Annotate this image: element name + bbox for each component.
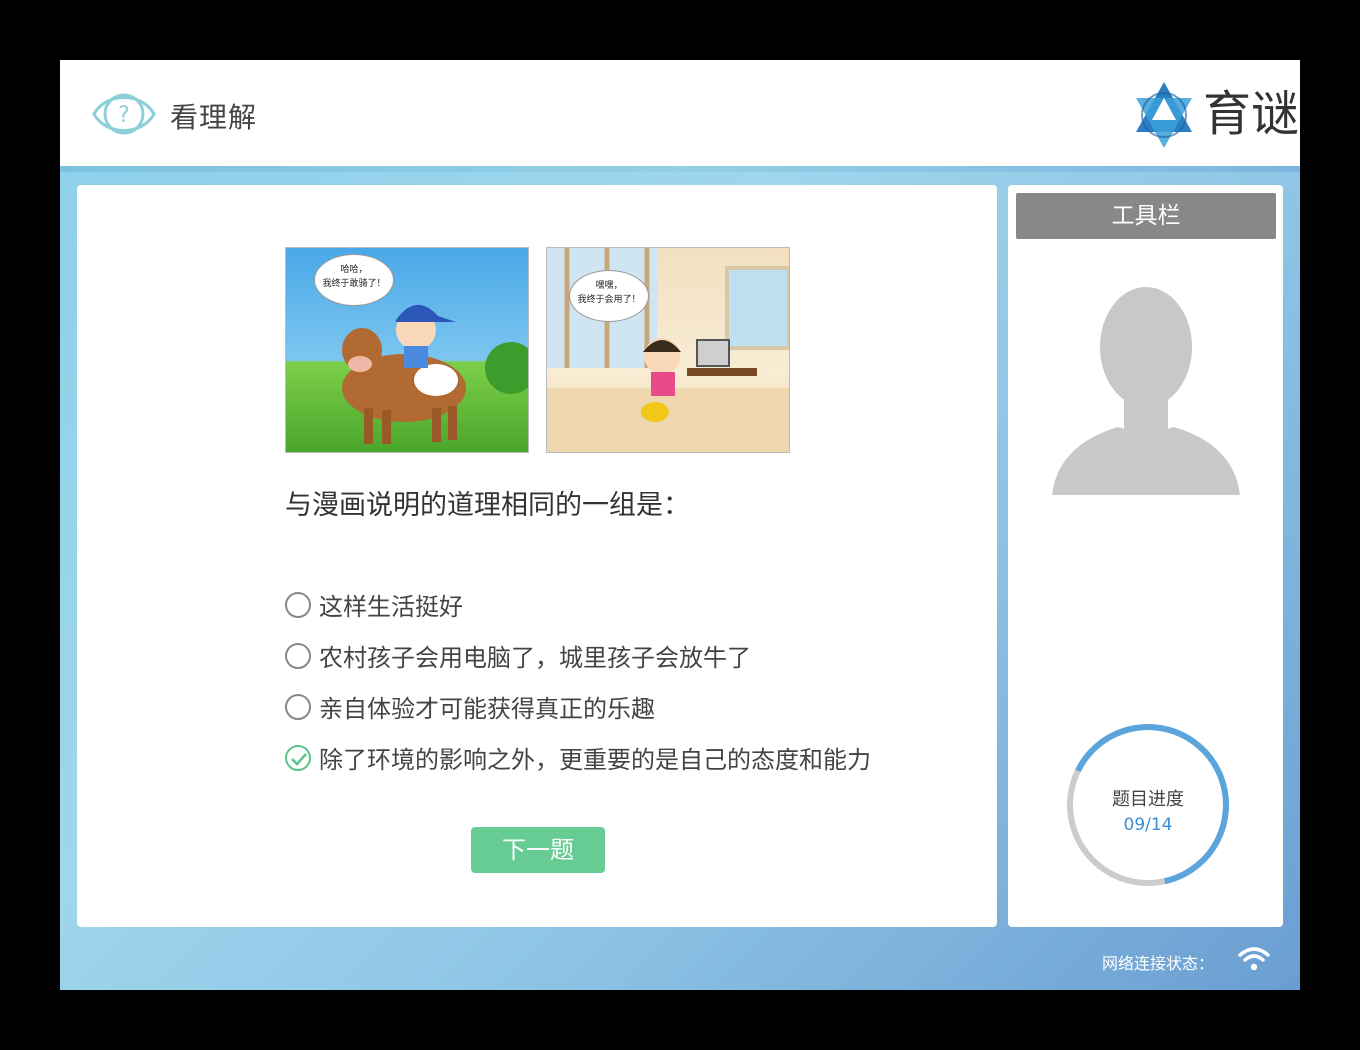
next-question-button[interactable]: 下一题 [471,827,605,873]
bubble-text: 我终于会用了！ [577,295,641,305]
toolbar-panel: 工具栏 题目进度 09/14 [1008,185,1283,927]
option-label: 除了环境的影响之外，更重要的是自己的态度和能力 [319,746,871,774]
wifi-icon [1238,947,1270,971]
option-label: 亲自体验才可能获得真正的乐趣 [319,695,655,723]
checkmark-icon [291,752,307,766]
radio-button-checked[interactable] [285,744,311,771]
speech-bubble: 嘿嘿， 我终于会用了！ [569,270,649,322]
user-avatar-icon [1052,287,1240,495]
option-3[interactable]: 亲自体验才可能获得真正的乐趣 [285,689,655,724]
toolbar-title: 工具栏 [1016,193,1276,239]
bubble-text: 我终于敢骑了！ [322,279,386,289]
question-card: 哈哈， 我终于敢骑了！ 嘿嘿， 我终于会用了！ 与漫画说明的道理相同的一组是： … [77,185,997,927]
screen: ? 看理解 育谜 哈哈， 我终于敢骑了！ 嘿嘿， 我终于会用了！ 与漫画说明的道… [60,60,1300,990]
option-label: 农村孩子会用电脑了，城里孩子会放牛了 [319,644,751,672]
option-4[interactable]: 除了环境的影响之外，更重要的是自己的态度和能力 [285,740,871,775]
option-label: 这样生活挺好 [319,593,463,621]
bubble-text: 嘿嘿， [595,281,623,291]
option-2[interactable]: 农村孩子会用电脑了，城里孩子会放牛了 [285,638,751,673]
comic-panel-cow: 哈哈， 我终于敢骑了！ [285,247,529,453]
svg-text:?: ? [118,103,130,128]
radio-button[interactable] [285,591,311,618]
radio-button[interactable] [285,642,311,669]
speech-bubble: 哈哈， 我终于敢骑了！ [314,254,394,306]
bubble-text: 哈哈， [340,265,368,275]
network-status-label: 网络连接状态： [1102,954,1215,973]
logo-star-icon [1136,82,1192,148]
header: ? 看理解 育谜 [60,60,1300,166]
eye-question-icon: ? [92,93,156,135]
page-title: 看理解 [170,101,258,134]
comic-panel-computer: 嘿嘿， 我终于会用了！ [546,247,790,453]
option-1[interactable]: 这样生活挺好 [285,587,463,622]
logo-text: 育谜 [1203,86,1300,142]
progress-value: 09/14 [1123,815,1173,835]
progress-label: 题目进度 [1112,789,1184,810]
question-text: 与漫画说明的道理相同的一组是： [285,490,690,521]
radio-button[interactable] [285,693,311,720]
